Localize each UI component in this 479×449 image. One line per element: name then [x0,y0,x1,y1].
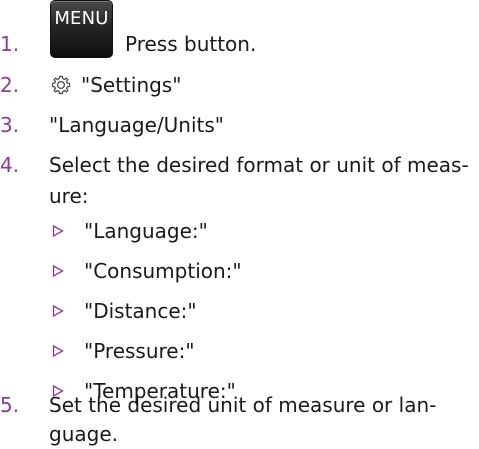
step-4-text-line2: ure: [49,184,89,208]
option-language: "Language:" [84,219,208,243]
step-2-text: "Settings" [81,73,182,97]
step-5-text-line1: Set the desired unit of measure or lan- [49,393,437,417]
option-distance: "Distance:" [84,299,197,323]
step-2-number: 2. [0,73,20,97]
step-3-number: 3. [0,113,20,137]
triangle-bullet-icon [52,305,64,317]
step-1-text: Press button. [125,32,257,56]
option-pressure: "Pressure:" [84,339,195,363]
triangle-bullet-icon [52,345,64,357]
menu-button: MENU [50,0,113,58]
instruction-document: 1. MENU Press button. 2. "Settings" 3. "… [0,0,479,449]
step-3-text: "Language/Units" [49,113,224,137]
option-consumption: "Consumption:" [84,259,242,283]
step-1-number: 1. [0,32,20,56]
triangle-bullet-icon [52,225,64,237]
triangle-bullet-icon [52,265,64,277]
step-5-number: 5. [0,393,20,417]
step-5-text-line2: guage. [49,422,118,446]
step-4-text-line1: Select the desired format or unit of mea… [49,153,469,177]
gear-icon [51,75,71,95]
step-4-number: 4. [0,153,20,177]
